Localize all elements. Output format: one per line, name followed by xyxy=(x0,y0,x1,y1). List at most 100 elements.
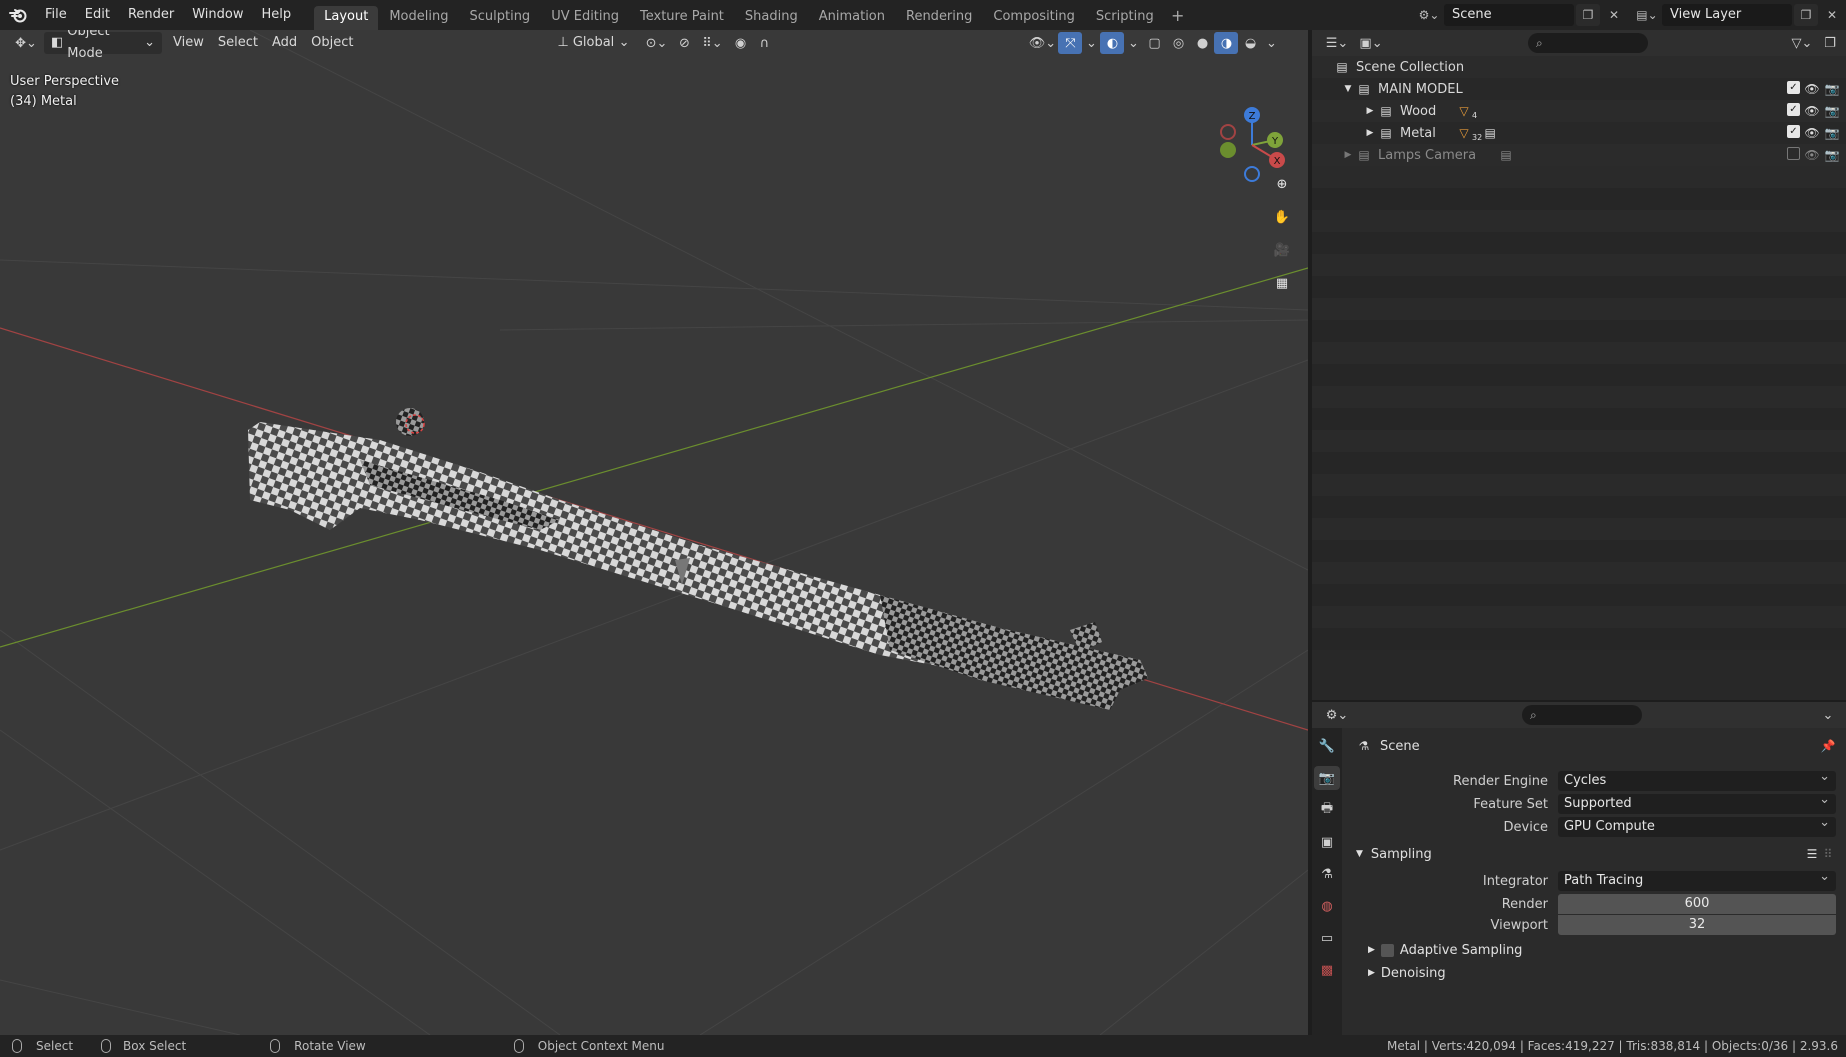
properties-editor-icon[interactable]: ⚙⌄ xyxy=(1320,704,1354,726)
gizmo-toggle-icon[interactable]: ⤧ xyxy=(1058,32,1083,54)
tab-sculpting[interactable]: Sculpting xyxy=(459,6,540,30)
expand-arrow-icon[interactable]: ▶ xyxy=(1362,125,1378,141)
texture-tab-icon[interactable]: ▩ xyxy=(1314,958,1340,982)
outliner-editor-icon[interactable]: ☰⌄ xyxy=(1320,32,1354,54)
tree-row-metal[interactable]: ▶ ▤ Metal ▽ 32 ▤ ✓ 👁 📷 xyxy=(1312,122,1846,144)
chevron-down-icon[interactable]: ⌄ xyxy=(1262,32,1280,54)
menu-file[interactable]: File xyxy=(36,4,76,26)
new-view-layer-icon[interactable]: ❐ xyxy=(1794,4,1818,26)
view-layer-tab-icon[interactable]: ▣ xyxy=(1314,830,1340,854)
tab-layout[interactable]: Layout xyxy=(314,6,379,30)
render-camera-icon[interactable]: 📷 xyxy=(1824,147,1840,163)
solid-shading-icon[interactable]: ● xyxy=(1190,32,1214,54)
render-engine-dropdown[interactable]: Cycles xyxy=(1558,767,1836,791)
drag-handle-icon[interactable]: ⠿ xyxy=(1820,846,1836,862)
proportional-editing-icon[interactable]: ◉ xyxy=(728,32,752,54)
gizmo-neg-x-icon[interactable] xyxy=(1220,124,1236,140)
chevron-down-icon[interactable]: ⌄ xyxy=(1124,32,1142,54)
scene-icon[interactable]: ⚙⌄ xyxy=(1414,4,1444,26)
visibility-icon[interactable]: 👁⌄ xyxy=(1026,32,1058,54)
pin-icon[interactable]: 📌 xyxy=(1820,738,1836,754)
zoom-icon[interactable]: ⊕ xyxy=(1268,170,1296,198)
chevron-down-icon[interactable]: ⌄ xyxy=(1082,32,1100,54)
new-scene-icon[interactable]: ❐ xyxy=(1576,4,1600,26)
feature-set-dropdown[interactable]: Supported xyxy=(1558,790,1836,814)
scene-tab-icon[interactable]: ⚗ xyxy=(1314,862,1340,886)
include-checkbox[interactable]: ✓ xyxy=(1787,103,1800,116)
menu-object[interactable]: Object xyxy=(304,32,360,54)
wireframe-shading-icon[interactable]: ◎ xyxy=(1166,32,1190,54)
gizmo-neg-y-icon[interactable] xyxy=(1220,142,1236,158)
view-layer-icon[interactable]: ▤⌄ xyxy=(1632,4,1662,26)
menu-window[interactable]: Window xyxy=(183,4,252,26)
delete-view-layer-icon[interactable]: ✕ xyxy=(1820,4,1844,26)
object-mode-dropdown[interactable]: ◧ Object Mode ⌄ xyxy=(44,30,162,61)
scene-collection-row[interactable]: ▤ Scene Collection xyxy=(1312,56,1846,78)
snap-target-icon[interactable]: ⠿⌄ xyxy=(696,32,728,54)
menu-select[interactable]: Select xyxy=(211,32,265,54)
expand-arrow-icon[interactable]: ▼ xyxy=(1340,81,1356,97)
presets-list-icon[interactable]: ☰ xyxy=(1804,846,1820,862)
tree-row-lamps-camera[interactable]: ▶ ▤ Lamps Camera ▤ 👁 📷 xyxy=(1312,144,1846,166)
tab-animation[interactable]: Animation xyxy=(809,6,895,30)
material-preview-shading-icon[interactable]: ◑ xyxy=(1214,32,1239,54)
render-camera-icon[interactable]: 📷 xyxy=(1824,103,1840,119)
render-camera-icon[interactable]: 📷 xyxy=(1824,125,1840,141)
tab-texture-paint[interactable]: Texture Paint xyxy=(630,6,734,30)
outliner-search-input[interactable]: ⌕ xyxy=(1528,33,1648,53)
display-mode-icon[interactable]: ▣⌄ xyxy=(1354,32,1388,54)
eye-icon[interactable]: 👁 xyxy=(1804,125,1820,141)
tree-row-main-model[interactable]: ▼ ▤ MAIN MODEL ✓ 👁 📷 xyxy=(1312,78,1846,100)
filter-icon[interactable]: ▽⌄ xyxy=(1786,32,1818,54)
pan-hand-icon[interactable]: ✋ xyxy=(1268,203,1296,231)
render-tab-icon[interactable]: 📷 xyxy=(1314,766,1340,790)
menu-help[interactable]: Help xyxy=(253,4,301,26)
world-tab-icon[interactable]: ◍ xyxy=(1314,894,1340,918)
render-samples-field[interactable]: 600 xyxy=(1558,894,1836,914)
include-checkbox[interactable] xyxy=(1787,147,1800,160)
3d-viewport[interactable]: ✥⌄ ◧ Object Mode ⌄ View Select Add Objec… xyxy=(0,30,1308,1035)
menu-add[interactable]: Add xyxy=(265,32,304,54)
device-dropdown[interactable]: GPU Compute xyxy=(1558,813,1836,837)
collection-tab-icon[interactable]: ▭ xyxy=(1314,926,1340,950)
delete-scene-icon[interactable]: ✕ xyxy=(1602,4,1626,26)
pivot-point-icon[interactable]: ⊙⌄ xyxy=(640,32,672,54)
chevron-down-icon[interactable]: ⌄ xyxy=(1816,704,1840,726)
snap-toggle-icon[interactable]: ⊘ xyxy=(672,32,696,54)
overlays-toggle-icon[interactable]: ◐ xyxy=(1100,32,1125,54)
rifle-model[interactable] xyxy=(248,408,1148,710)
view-layer-field[interactable]: View Layer xyxy=(1662,4,1792,26)
include-checkbox[interactable]: ✓ xyxy=(1787,125,1800,138)
properties-search-input[interactable]: ⌕ xyxy=(1522,705,1642,725)
xray-toggle-icon[interactable]: ▢ xyxy=(1142,32,1166,54)
editor-type-icon[interactable]: ✥⌄ xyxy=(8,32,44,54)
expand-arrow-icon[interactable]: ▶ xyxy=(1362,103,1378,119)
menu-render[interactable]: Render xyxy=(119,4,183,26)
tab-scripting[interactable]: Scripting xyxy=(1086,6,1164,30)
scene-name-field[interactable]: Scene xyxy=(1444,4,1574,26)
eye-icon[interactable]: 👁 xyxy=(1804,147,1820,163)
adaptive-sampling-subpanel[interactable]: ▶ Adaptive Sampling xyxy=(1348,938,1836,962)
eye-icon[interactable]: 👁 xyxy=(1804,103,1820,119)
menu-view[interactable]: View xyxy=(166,32,211,54)
render-camera-icon[interactable]: 📷 xyxy=(1824,81,1840,97)
sampling-panel-header[interactable]: ▼ Sampling ☰ ⠿ xyxy=(1348,842,1836,866)
tab-compositing[interactable]: Compositing xyxy=(983,6,1085,30)
perspective-toggle-icon[interactable]: ▦ xyxy=(1268,269,1296,297)
expand-arrow-icon[interactable]: ▶ xyxy=(1340,147,1356,163)
tab-uv-editing[interactable]: UV Editing xyxy=(541,6,629,30)
rendered-shading-icon[interactable]: ◒ xyxy=(1238,32,1262,54)
transform-orientation-dropdown[interactable]: ⊥ Global ⌄ xyxy=(550,32,636,54)
denoising-subpanel[interactable]: ▶ Denoising xyxy=(1348,961,1836,985)
blender-logo-icon[interactable] xyxy=(0,0,36,30)
add-workspace-button[interactable]: + xyxy=(1167,6,1189,28)
camera-view-icon[interactable]: 🎥 xyxy=(1268,236,1296,264)
tool-tab-icon[interactable]: 🔧 xyxy=(1314,734,1340,758)
include-checkbox[interactable]: ✓ xyxy=(1787,81,1800,94)
adaptive-sampling-checkbox[interactable] xyxy=(1380,943,1394,957)
integrator-dropdown[interactable]: Path Tracing xyxy=(1558,867,1836,891)
tab-shading[interactable]: Shading xyxy=(735,6,808,30)
tree-row-wood[interactable]: ▶ ▤ Wood ▽ 4 ✓ 👁 📷 xyxy=(1312,100,1846,122)
tab-modeling[interactable]: Modeling xyxy=(379,6,458,30)
menu-edit[interactable]: Edit xyxy=(76,4,119,26)
